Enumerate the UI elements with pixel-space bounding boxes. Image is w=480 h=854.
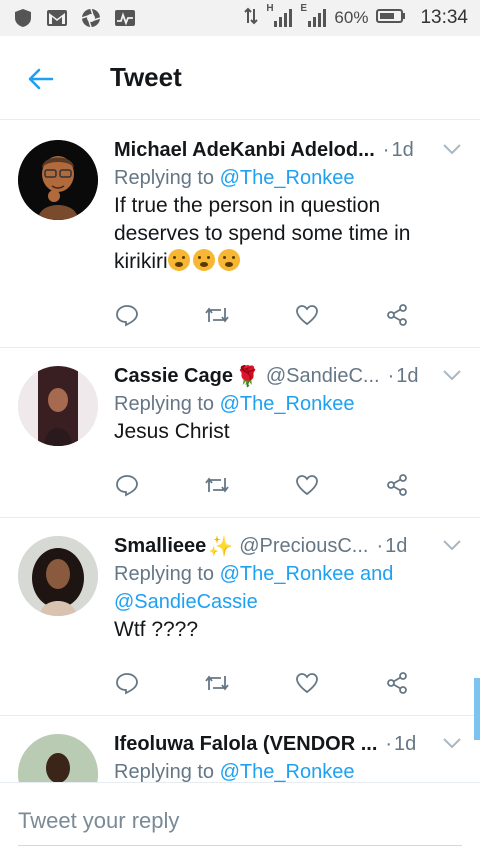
tweet-actions — [114, 302, 410, 328]
reply-input[interactable] — [18, 805, 462, 837]
rose-icon: 🌹 — [234, 365, 260, 388]
heart-icon[interactable] — [294, 472, 320, 498]
tweet-actions — [114, 472, 410, 498]
data-arrows-icon — [244, 7, 259, 30]
chevron-down-icon[interactable] — [442, 142, 462, 156]
separator: · — [376, 534, 384, 557]
chevron-down-icon[interactable] — [442, 538, 462, 552]
arrow-left-icon[interactable] — [26, 64, 56, 94]
reply-icon[interactable] — [114, 670, 140, 696]
tweet-time: 1d — [391, 138, 414, 161]
tweet-text: Wtf ???? — [114, 618, 199, 641]
replying-label: Replying to — [114, 563, 220, 585]
separator: · — [382, 138, 390, 161]
heart-icon[interactable] — [294, 302, 320, 328]
crying-face-icon — [167, 249, 190, 271]
tweet-text: Jesus Christ — [114, 420, 230, 443]
tweet-body: Michael AdeKanbi Adelod... · 1d Replying… — [114, 136, 464, 276]
share-icon[interactable] — [384, 302, 410, 328]
tweet-meta: Michael AdeKanbi Adelod... · 1d — [114, 136, 464, 164]
app-header: Tweet — [0, 36, 480, 120]
input-underline — [18, 845, 462, 846]
page-title: Tweet — [110, 62, 182, 92]
mention-link[interactable]: @The_Ronkee — [220, 167, 355, 189]
battery-icon — [376, 8, 406, 29]
separator: · — [387, 364, 395, 387]
author-handle[interactable]: @SandieC... — [266, 365, 380, 388]
crying-face-icon — [192, 249, 215, 271]
crying-face-icon — [217, 249, 240, 271]
tweet-actions — [114, 670, 410, 696]
tweet-meta: Ifeoluwa Falola (VENDOR ... · 1d — [114, 730, 464, 758]
mention-link[interactable]: @The_Ronkee — [220, 393, 355, 415]
scrollbar[interactable] — [474, 678, 480, 740]
avatar[interactable] — [18, 140, 98, 220]
reply-icon[interactable] — [114, 472, 140, 498]
avatar[interactable] — [18, 366, 98, 446]
avatar[interactable] — [18, 536, 98, 616]
gmail-icon — [46, 8, 68, 28]
tweet-time: 1d — [396, 364, 419, 387]
reply-icon[interactable] — [114, 302, 140, 328]
camera-aperture-icon — [80, 8, 102, 28]
signal-h-icon: H — [266, 3, 293, 29]
battery-percent: 60% — [334, 8, 369, 27]
system-indicators: H E 60% 13:34 — [244, 3, 468, 30]
replying-to: Replying to @The_Ronkee and @SandieCassi… — [114, 560, 464, 616]
replying-to: Replying to @The_Ronkee — [114, 390, 464, 418]
tweet-body: Cassie Cage 🌹 @SandieC... · 1d Replying … — [114, 362, 464, 446]
tweet-text: If true the person in question deserves … — [114, 192, 464, 276]
separator: · — [385, 732, 393, 755]
tweet-item[interactable]: Michael AdeKanbi Adelod... · 1d Replying… — [0, 122, 480, 348]
activity-icon — [114, 8, 136, 28]
tweet-body: Ifeoluwa Falola (VENDOR ... · 1d Replyin… — [114, 730, 464, 782]
tweet-meta: Smallieee ✨ @PreciousC... · 1d — [114, 532, 464, 560]
chevron-down-icon[interactable] — [442, 736, 462, 750]
author-name[interactable]: Cassie Cage — [114, 365, 233, 388]
avatar[interactable] — [18, 734, 98, 782]
author-name[interactable]: Michael AdeKanbi Adelod... — [114, 139, 375, 162]
tweet-text-content: If true the person in question deserves … — [114, 194, 411, 273]
retweet-icon[interactable] — [204, 472, 230, 498]
sparkles-icon: ✨ — [208, 535, 234, 558]
replying-to: Replying to @The_Ronkee — [114, 758, 464, 782]
tweet-item[interactable]: Smallieee ✨ @PreciousC... · 1d Replying … — [0, 518, 480, 716]
tweet-time: 1d — [394, 732, 417, 755]
retweet-icon[interactable] — [204, 670, 230, 696]
clock: 13:34 — [420, 7, 468, 28]
tweet-item[interactable]: Cassie Cage 🌹 @SandieC... · 1d Replying … — [0, 348, 480, 518]
mention-link[interactable]: @The_Ronkee — [220, 761, 355, 782]
shield-icon — [12, 8, 34, 28]
heart-icon[interactable] — [294, 670, 320, 696]
chevron-down-icon[interactable] — [442, 368, 462, 382]
share-icon[interactable] — [384, 670, 410, 696]
status-bar: H E 60% 13:34 — [0, 0, 480, 36]
notification-icons — [12, 8, 136, 28]
share-icon[interactable] — [384, 472, 410, 498]
tweet-meta: Cassie Cage 🌹 @SandieC... · 1d — [114, 362, 464, 390]
replying-label: Replying to — [114, 393, 220, 415]
replies-feed[interactable]: Michael AdeKanbi Adelod... · 1d Replying… — [0, 122, 480, 782]
author-handle[interactable]: @PreciousC... — [239, 535, 368, 558]
replying-label: Replying to — [114, 761, 220, 782]
replying-to: Replying to @The_Ronkee — [114, 164, 464, 192]
signal-e-icon: E — [300, 3, 327, 29]
author-name[interactable]: Smallieee — [114, 535, 206, 558]
reply-composer — [0, 782, 480, 854]
tweet-body: Smallieee ✨ @PreciousC... · 1d Replying … — [114, 532, 464, 644]
tweet-time: 1d — [385, 534, 408, 557]
tweet-item[interactable]: Ifeoluwa Falola (VENDOR ... · 1d Replyin… — [0, 716, 480, 782]
retweet-icon[interactable] — [204, 302, 230, 328]
replying-label: Replying to — [114, 167, 220, 189]
author-name[interactable]: Ifeoluwa Falola (VENDOR ... — [114, 733, 377, 756]
